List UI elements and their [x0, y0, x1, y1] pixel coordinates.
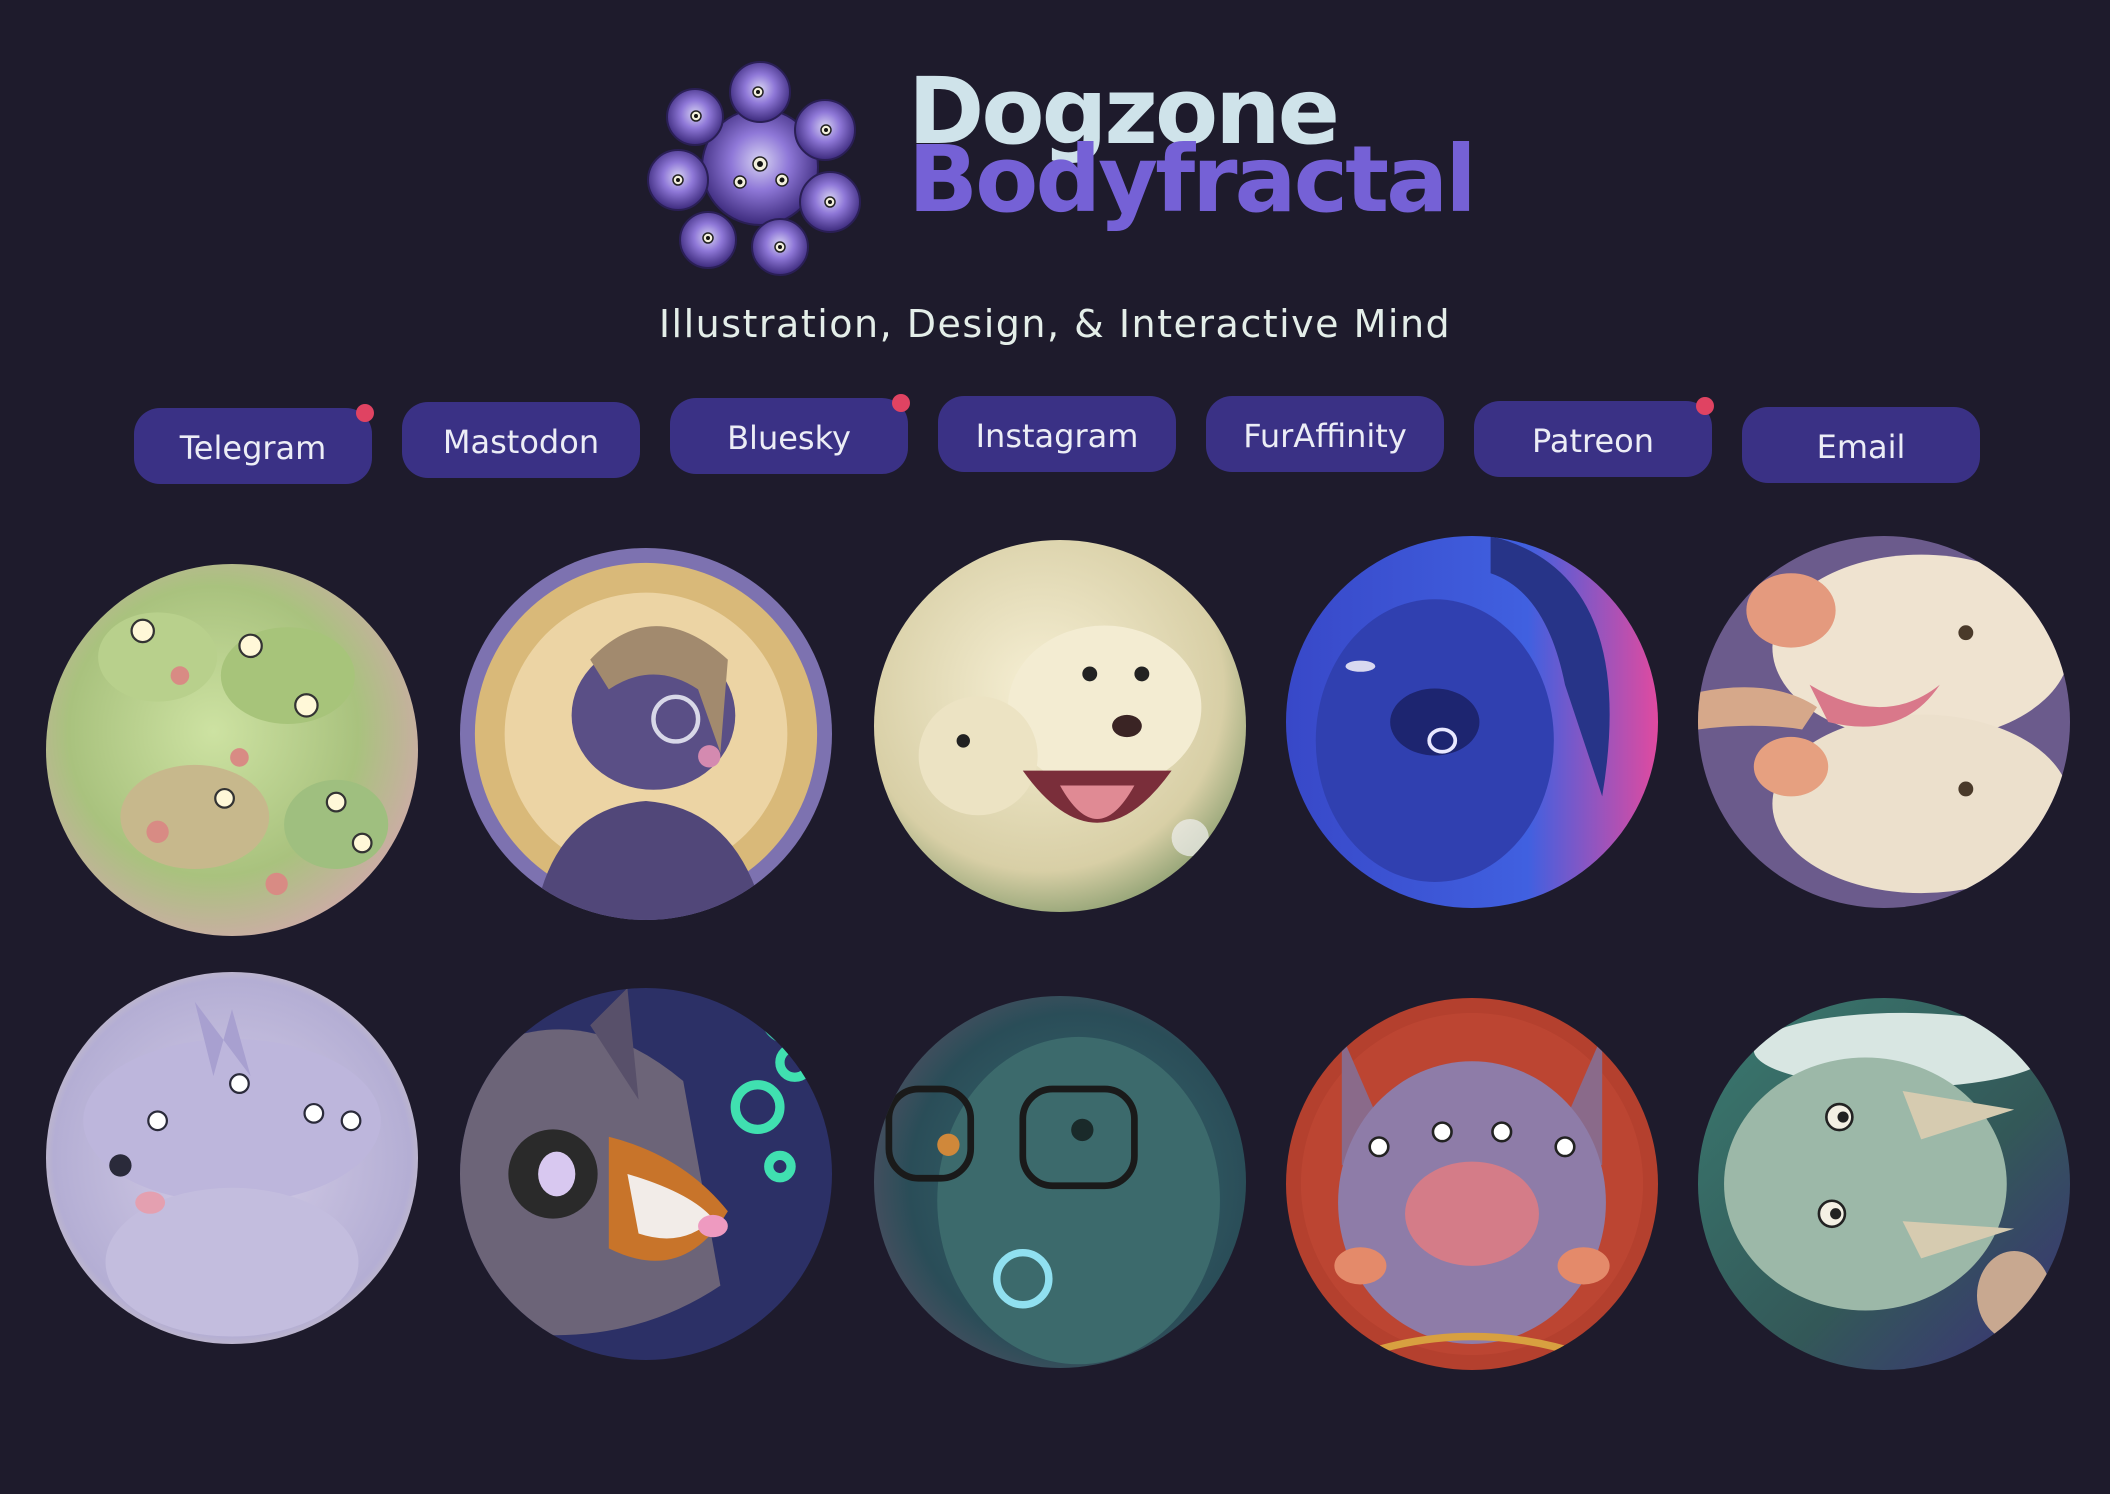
- telegram-button[interactable]: Telegram: [134, 404, 374, 484]
- gallery-item-white-fluffy-two-headed-dog[interactable]: [874, 540, 1246, 912]
- furaffinity-button-label: FurAffinity: [1243, 417, 1407, 455]
- gallery-item-sheltie-dog-bubbles[interactable]: [460, 988, 832, 1360]
- email-button-label: Email: [1816, 428, 1906, 466]
- fractal-logo-icon[interactable]: [640, 52, 880, 282]
- telegram-button-label: Telegram: [179, 429, 327, 467]
- header: Dogzone Bodyfractal: [0, 0, 2110, 300]
- gallery-item-glasses-sweater-dog[interactable]: [460, 548, 832, 920]
- mastodon-button[interactable]: Mastodon: [402, 402, 640, 478]
- tagline: Illustration, Design, & Interactive Mind: [658, 302, 1452, 346]
- instagram-button[interactable]: Instagram: [938, 396, 1176, 472]
- social-nav: Telegram Mastodon Bluesky Instagram FurA…: [0, 390, 2110, 500]
- site-logo-text[interactable]: Dogzone Bodyfractal: [908, 66, 1477, 233]
- notification-dot: [1696, 397, 1714, 415]
- gallery-item-teal-glasses-portrait[interactable]: [874, 996, 1246, 1368]
- patreon-button[interactable]: Patreon: [1474, 397, 1714, 477]
- furaffinity-button[interactable]: FurAffinity: [1206, 396, 1444, 472]
- gallery-item-blue-face-septum-ring[interactable]: [1286, 536, 1658, 908]
- bluesky-button-label: Bluesky: [727, 419, 851, 457]
- gallery-item-green-multi-headed-dog[interactable]: [46, 564, 418, 936]
- gallery-item-cream-dog-tongue-grab[interactable]: [1698, 536, 2070, 908]
- instagram-button-label: Instagram: [975, 417, 1139, 455]
- patreon-button-label: Patreon: [1531, 422, 1654, 460]
- gallery-item-lavender-many-eyed-dog[interactable]: [46, 972, 418, 1344]
- gallery-item-teal-stacked-face-creature[interactable]: [1698, 998, 2070, 1370]
- bluesky-button[interactable]: Bluesky: [670, 394, 910, 474]
- mastodon-button-label: Mastodon: [442, 423, 600, 461]
- art-gallery: [0, 530, 2110, 1380]
- gallery-item-four-eyed-pink-dog[interactable]: [1286, 998, 1658, 1370]
- email-button[interactable]: Email: [1742, 407, 1980, 483]
- notification-dot: [356, 404, 374, 422]
- notification-dot: [892, 394, 910, 412]
- logo-line-bodyfractal: Bodyfractal: [908, 126, 1477, 233]
